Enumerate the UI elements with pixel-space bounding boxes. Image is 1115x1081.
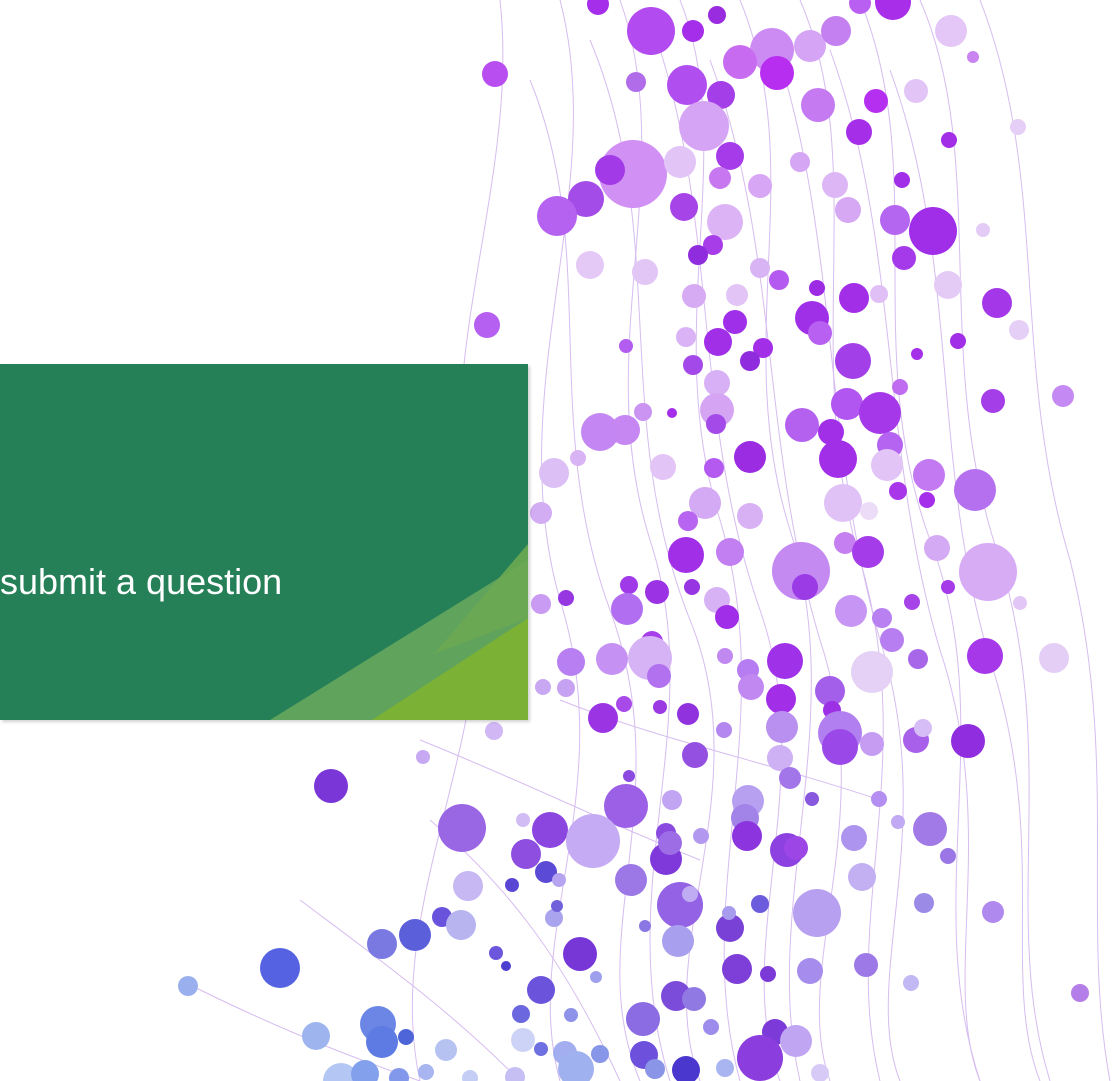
callout-card: submit a question [0, 364, 528, 720]
callout-text: submit a question [0, 561, 283, 602]
slide-page: submit a question [0, 0, 1115, 1081]
corner-accent-shape [270, 544, 528, 720]
